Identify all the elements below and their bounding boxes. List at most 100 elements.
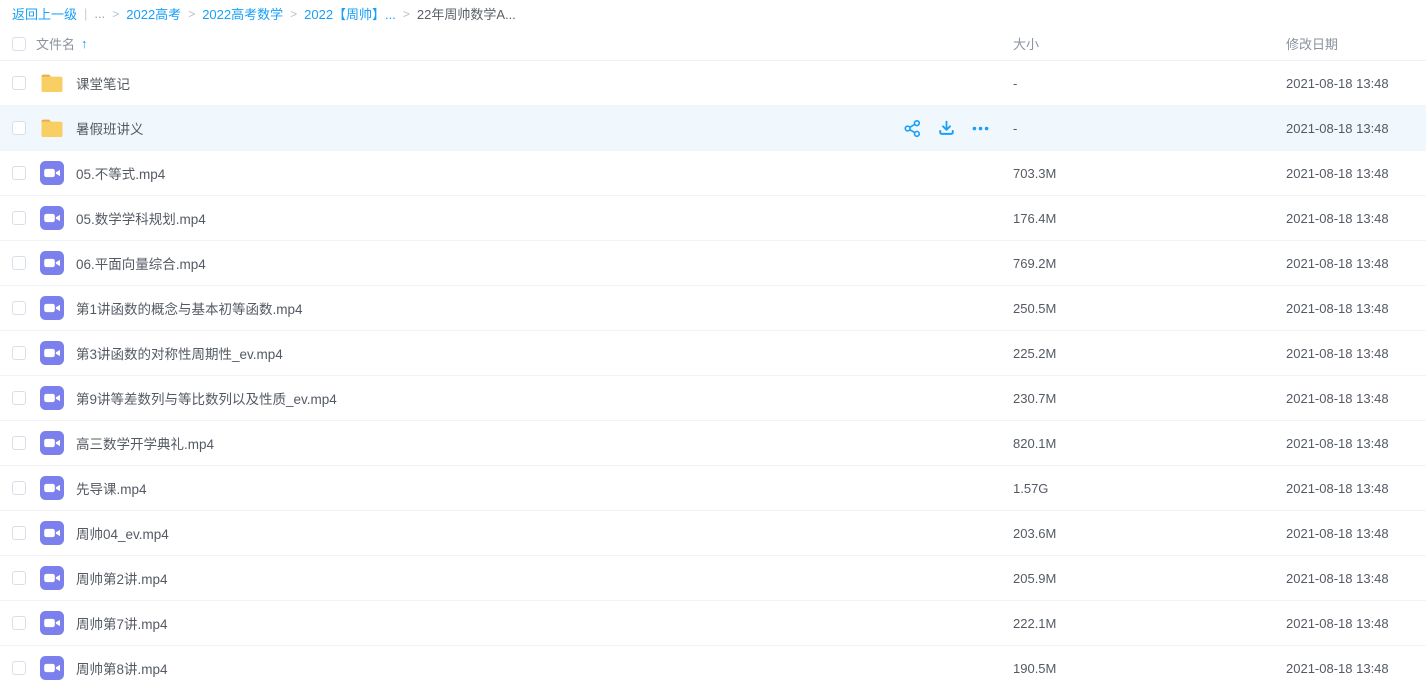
column-header-filename[interactable]: 文件名 — [36, 34, 75, 53]
row-checkbox[interactable] — [12, 166, 26, 180]
file-name[interactable]: 第9讲等差数列与等比数列以及性质_ev.mp4 — [76, 388, 1013, 408]
video-file-icon — [40, 566, 64, 590]
table-row[interactable]: 暑假班讲义-2021-08-18 13:48 — [0, 106, 1426, 151]
row-checkbox[interactable] — [12, 76, 26, 90]
file-modified-date: 2021-08-18 13:48 — [1286, 346, 1426, 361]
file-size: 250.5M — [1013, 301, 1286, 316]
breadcrumb-separator: > — [188, 7, 195, 21]
file-size: 176.4M — [1013, 211, 1286, 226]
table-row[interactable]: 05.不等式.mp4703.3M2021-08-18 13:48 — [0, 151, 1426, 196]
select-all-checkbox[interactable] — [12, 37, 26, 51]
breadcrumb: 返回上一级 | ... > 2022高考 > 2022高考数学 > 2022【周… — [0, 0, 1426, 27]
video-file-icon — [40, 296, 64, 320]
file-name[interactable]: 课堂笔记 — [76, 73, 1013, 93]
file-name[interactable]: 周帅第8讲.mp4 — [76, 658, 1013, 678]
more-icon[interactable] — [970, 119, 990, 139]
video-file-icon — [40, 206, 64, 230]
file-modified-date: 2021-08-18 13:48 — [1286, 661, 1426, 676]
breadcrumb-separator: > — [290, 7, 297, 21]
table-row[interactable]: 05.数学学科规划.mp4176.4M2021-08-18 13:48 — [0, 196, 1426, 241]
file-modified-date: 2021-08-18 13:48 — [1286, 256, 1426, 271]
file-name[interactable]: 周帅第2讲.mp4 — [76, 568, 1013, 588]
breadcrumb-link-2022-zhoushuai[interactable]: 2022【周帅】... — [304, 4, 396, 23]
file-name[interactable]: 05.数学学科规划.mp4 — [76, 208, 1013, 228]
video-file-icon — [40, 161, 64, 185]
row-checkbox[interactable] — [12, 346, 26, 360]
table-row[interactable]: 周帅第2讲.mp4205.9M2021-08-18 13:48 — [0, 556, 1426, 601]
file-size: 703.3M — [1013, 166, 1286, 181]
breadcrumb-link-2022gaokao-math[interactable]: 2022高考数学 — [202, 4, 283, 23]
share-icon[interactable] — [902, 119, 922, 139]
table-row[interactable]: 第9讲等差数列与等比数列以及性质_ev.mp4230.7M2021-08-18 … — [0, 376, 1426, 421]
video-file-icon — [40, 521, 64, 545]
table-row[interactable]: 第3讲函数的对称性周期性_ev.mp4225.2M2021-08-18 13:4… — [0, 331, 1426, 376]
folder-icon — [40, 71, 64, 95]
breadcrumb-divider: | — [84, 6, 87, 21]
video-file-icon — [40, 476, 64, 500]
download-icon[interactable] — [936, 119, 956, 139]
row-hover-actions — [902, 106, 990, 151]
file-size: 820.1M — [1013, 436, 1286, 451]
row-checkbox[interactable] — [12, 661, 26, 675]
file-modified-date: 2021-08-18 13:48 — [1286, 211, 1426, 226]
file-size: 230.7M — [1013, 391, 1286, 406]
sort-ascending-icon[interactable]: ↑ — [81, 36, 88, 51]
file-size: 203.6M — [1013, 526, 1286, 541]
table-row[interactable]: 周帅第8讲.mp4190.5M2021-08-18 13:48 — [0, 646, 1426, 688]
file-name[interactable]: 先导课.mp4 — [76, 478, 1013, 498]
row-checkbox[interactable] — [12, 616, 26, 630]
file-modified-date: 2021-08-18 13:48 — [1286, 301, 1426, 316]
table-row[interactable]: 课堂笔记-2021-08-18 13:48 — [0, 61, 1426, 106]
file-modified-date: 2021-08-18 13:48 — [1286, 481, 1426, 496]
video-file-icon — [40, 341, 64, 365]
table-row[interactable]: 先导课.mp41.57G2021-08-18 13:48 — [0, 466, 1426, 511]
column-header-modified-date[interactable]: 修改日期 — [1286, 34, 1426, 53]
row-checkbox[interactable] — [12, 436, 26, 450]
file-size: 222.1M — [1013, 616, 1286, 631]
back-to-parent-link[interactable]: 返回上一级 — [12, 4, 77, 23]
row-checkbox[interactable] — [12, 481, 26, 495]
file-modified-date: 2021-08-18 13:48 — [1286, 526, 1426, 541]
file-name[interactable]: 高三数学开学典礼.mp4 — [76, 433, 1013, 453]
file-modified-date: 2021-08-18 13:48 — [1286, 121, 1426, 136]
file-size: 225.2M — [1013, 346, 1286, 361]
row-checkbox[interactable] — [12, 121, 26, 135]
file-name[interactable]: 周帅04_ev.mp4 — [76, 523, 1013, 543]
file-modified-date: 2021-08-18 13:48 — [1286, 76, 1426, 91]
file-size: - — [1013, 76, 1286, 91]
file-modified-date: 2021-08-18 13:48 — [1286, 616, 1426, 631]
file-modified-date: 2021-08-18 13:48 — [1286, 391, 1426, 406]
table-row[interactable]: 周帅第7讲.mp4222.1M2021-08-18 13:48 — [0, 601, 1426, 646]
file-name[interactable]: 06.平面向量综合.mp4 — [76, 253, 1013, 273]
table-row[interactable]: 周帅04_ev.mp4203.6M2021-08-18 13:48 — [0, 511, 1426, 556]
breadcrumb-separator: > — [112, 7, 119, 21]
table-row[interactable]: 06.平面向量综合.mp4769.2M2021-08-18 13:48 — [0, 241, 1426, 286]
video-file-icon — [40, 431, 64, 455]
file-modified-date: 2021-08-18 13:48 — [1286, 571, 1426, 586]
breadcrumb-link-2022gaokao[interactable]: 2022高考 — [126, 4, 181, 23]
row-checkbox[interactable] — [12, 571, 26, 585]
video-file-icon — [40, 386, 64, 410]
video-file-icon — [40, 251, 64, 275]
file-name[interactable]: 05.不等式.mp4 — [76, 163, 1013, 183]
video-file-icon — [40, 611, 64, 635]
breadcrumb-separator: > — [403, 7, 410, 21]
file-size: 1.57G — [1013, 481, 1286, 496]
file-size: - — [1013, 121, 1286, 136]
file-modified-date: 2021-08-18 13:48 — [1286, 436, 1426, 451]
row-checkbox[interactable] — [12, 256, 26, 270]
file-modified-date: 2021-08-18 13:48 — [1286, 166, 1426, 181]
table-row[interactable]: 高三数学开学典礼.mp4820.1M2021-08-18 13:48 — [0, 421, 1426, 466]
file-size: 190.5M — [1013, 661, 1286, 676]
breadcrumb-collapsed-ellipsis[interactable]: ... — [94, 6, 105, 21]
row-checkbox[interactable] — [12, 526, 26, 540]
row-checkbox[interactable] — [12, 301, 26, 315]
file-name[interactable]: 第1讲函数的概念与基本初等函数.mp4 — [76, 298, 1013, 318]
file-name[interactable]: 周帅第7讲.mp4 — [76, 613, 1013, 633]
column-header-size[interactable]: 大小 — [1013, 34, 1286, 53]
row-checkbox[interactable] — [12, 211, 26, 225]
file-name[interactable]: 暑假班讲义 — [76, 118, 1013, 138]
file-name[interactable]: 第3讲函数的对称性周期性_ev.mp4 — [76, 343, 1013, 363]
row-checkbox[interactable] — [12, 391, 26, 405]
table-row[interactable]: 第1讲函数的概念与基本初等函数.mp4250.5M2021-08-18 13:4… — [0, 286, 1426, 331]
